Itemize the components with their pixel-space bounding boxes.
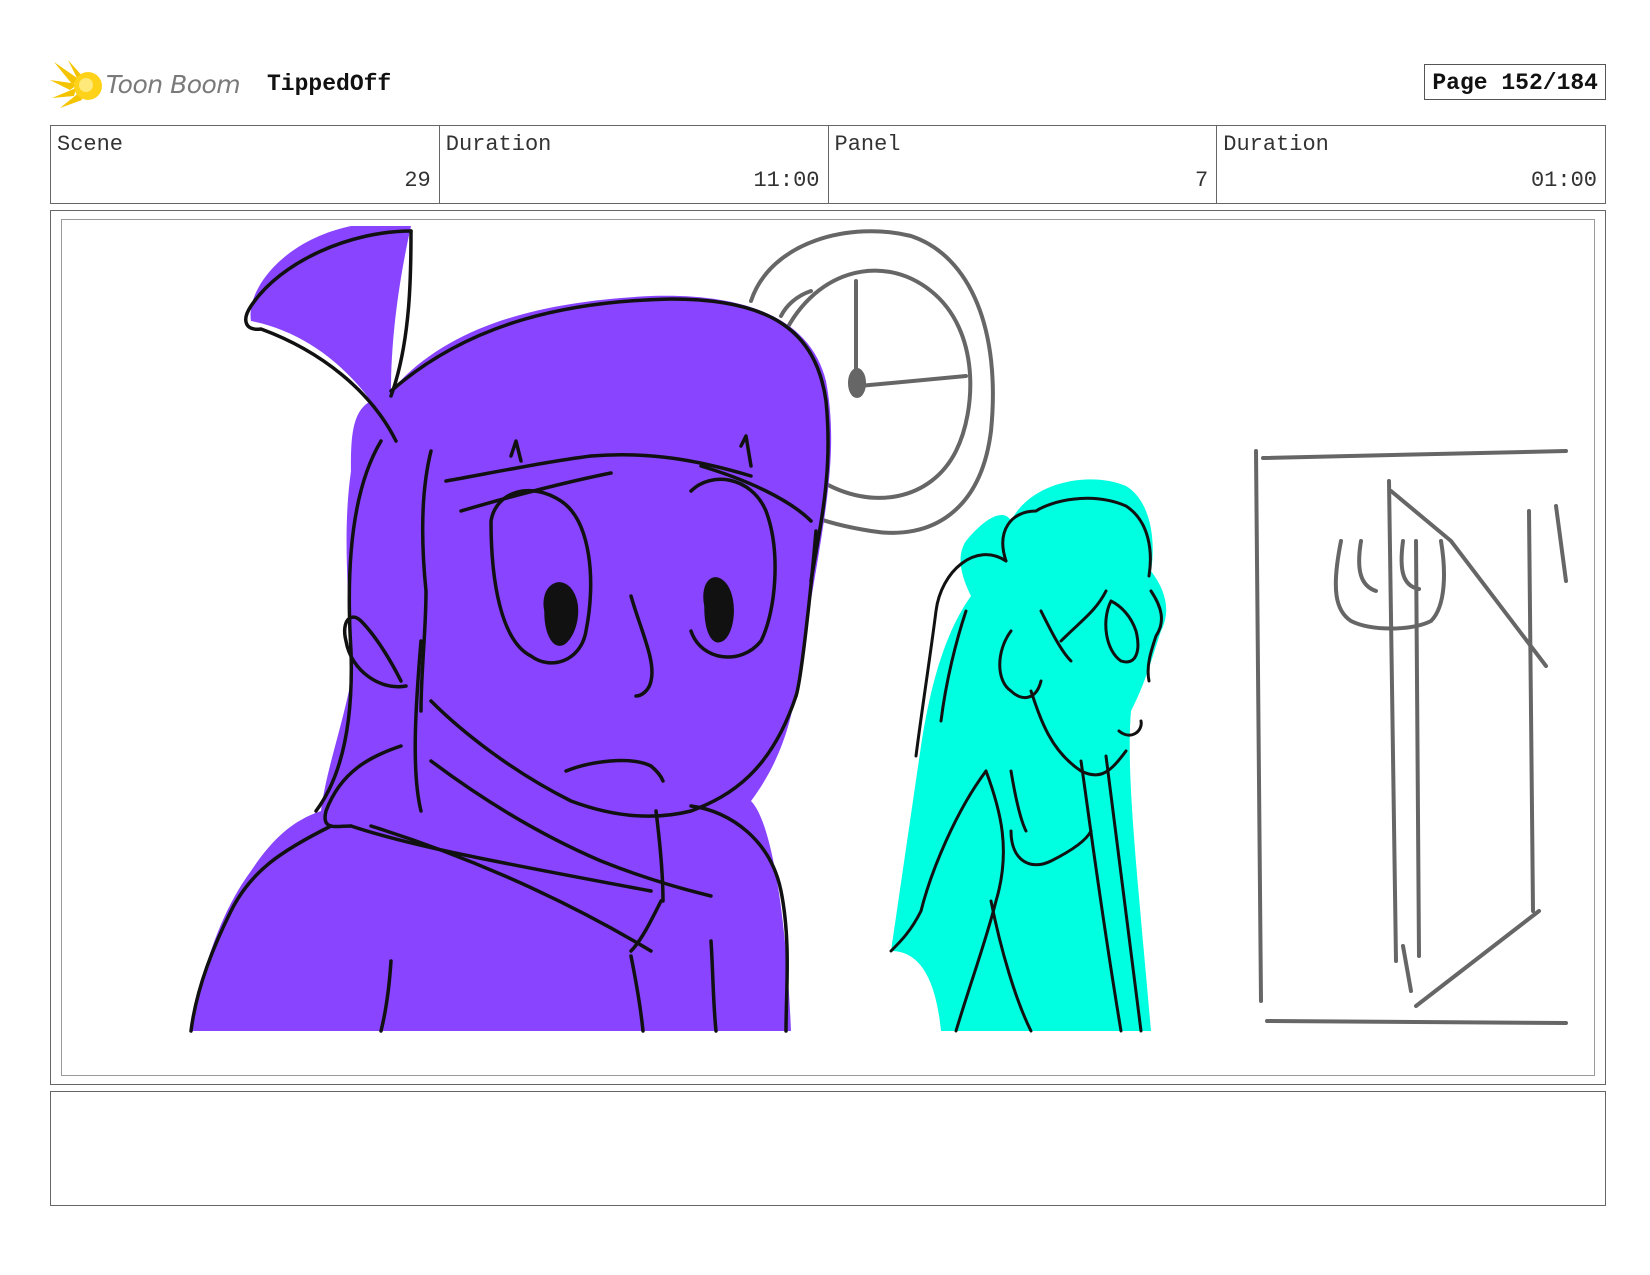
panel-label: Panel	[834, 132, 901, 157]
panel-cell: Panel 7	[829, 126, 1218, 203]
panel-duration-value: 01:00	[1530, 168, 1597, 193]
scene-duration-value: 11:00	[753, 168, 820, 193]
logo-text: Toon Boom	[106, 70, 241, 99]
toon-boom-logo: Toon Boom	[50, 58, 250, 112]
project-title: TippedOff	[267, 71, 392, 97]
caption-box	[50, 1091, 1606, 1206]
cyan-character	[889, 479, 1167, 1033]
sun-burst-icon	[50, 60, 102, 108]
scene-duration-cell: Duration 11:00	[440, 126, 829, 203]
scene-duration-label: Duration	[445, 132, 552, 157]
scene-label: Scene	[57, 132, 124, 157]
purple-character	[189, 226, 832, 1033]
page-header: Toon Boom TippedOff Page 152/184	[50, 55, 1606, 115]
scene-info-table: Scene 29 Duration 11:00 Panel 7 Duration…	[50, 125, 1606, 204]
storyboard-panel	[50, 210, 1606, 1085]
scene-value: 29	[404, 168, 431, 193]
window-sketch	[1254, 449, 1568, 1025]
page-counter: Page 152/184	[1424, 64, 1606, 100]
panel-drawing	[189, 226, 1568, 1033]
scene-cell: Scene 29	[51, 126, 440, 203]
panel-duration-label: Duration	[1223, 132, 1329, 157]
panel-duration-cell: Duration 01:00	[1217, 126, 1605, 203]
panel-value: 7	[1195, 168, 1209, 193]
